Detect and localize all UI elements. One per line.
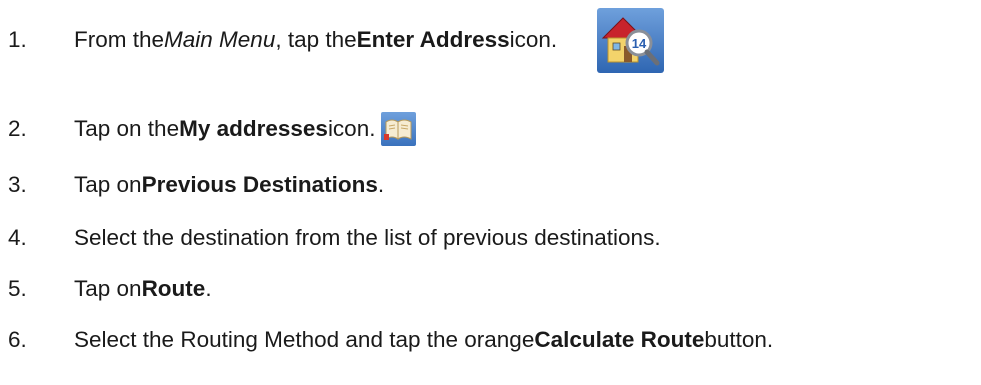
previous-destinations-term: Previous Destinations — [141, 172, 378, 197]
step-number: 6. — [8, 327, 27, 352]
route-term: Route — [141, 276, 206, 301]
step-number: 5. — [8, 276, 27, 301]
enter-address-icon: 14 — [597, 7, 665, 73]
step-text: Tap on Previous Destinations. — [74, 172, 385, 197]
step-number: 3. — [8, 172, 27, 197]
step-text: Tap on Route. — [74, 276, 212, 301]
step-text: From the Main Menu, tap the Enter Addres… — [74, 7, 665, 73]
step-text: Select the destination from the list of … — [74, 225, 661, 250]
step-number: 1. — [8, 27, 27, 52]
my-addresses-term: My addresses — [179, 116, 328, 141]
step-text: Select the Routing Method and tap the or… — [74, 327, 774, 352]
step-number: 2. — [8, 116, 27, 141]
enter-address-term: Enter Address — [356, 27, 510, 52]
step-text: Tap on the My addresses icon. — [74, 112, 417, 146]
main-menu-term: Main Menu — [164, 27, 276, 52]
badge-number: 14 — [632, 36, 647, 51]
step-number: 4. — [8, 225, 27, 250]
calculate-route-term: Calculate Route — [534, 327, 705, 352]
my-addresses-icon — [381, 112, 417, 146]
